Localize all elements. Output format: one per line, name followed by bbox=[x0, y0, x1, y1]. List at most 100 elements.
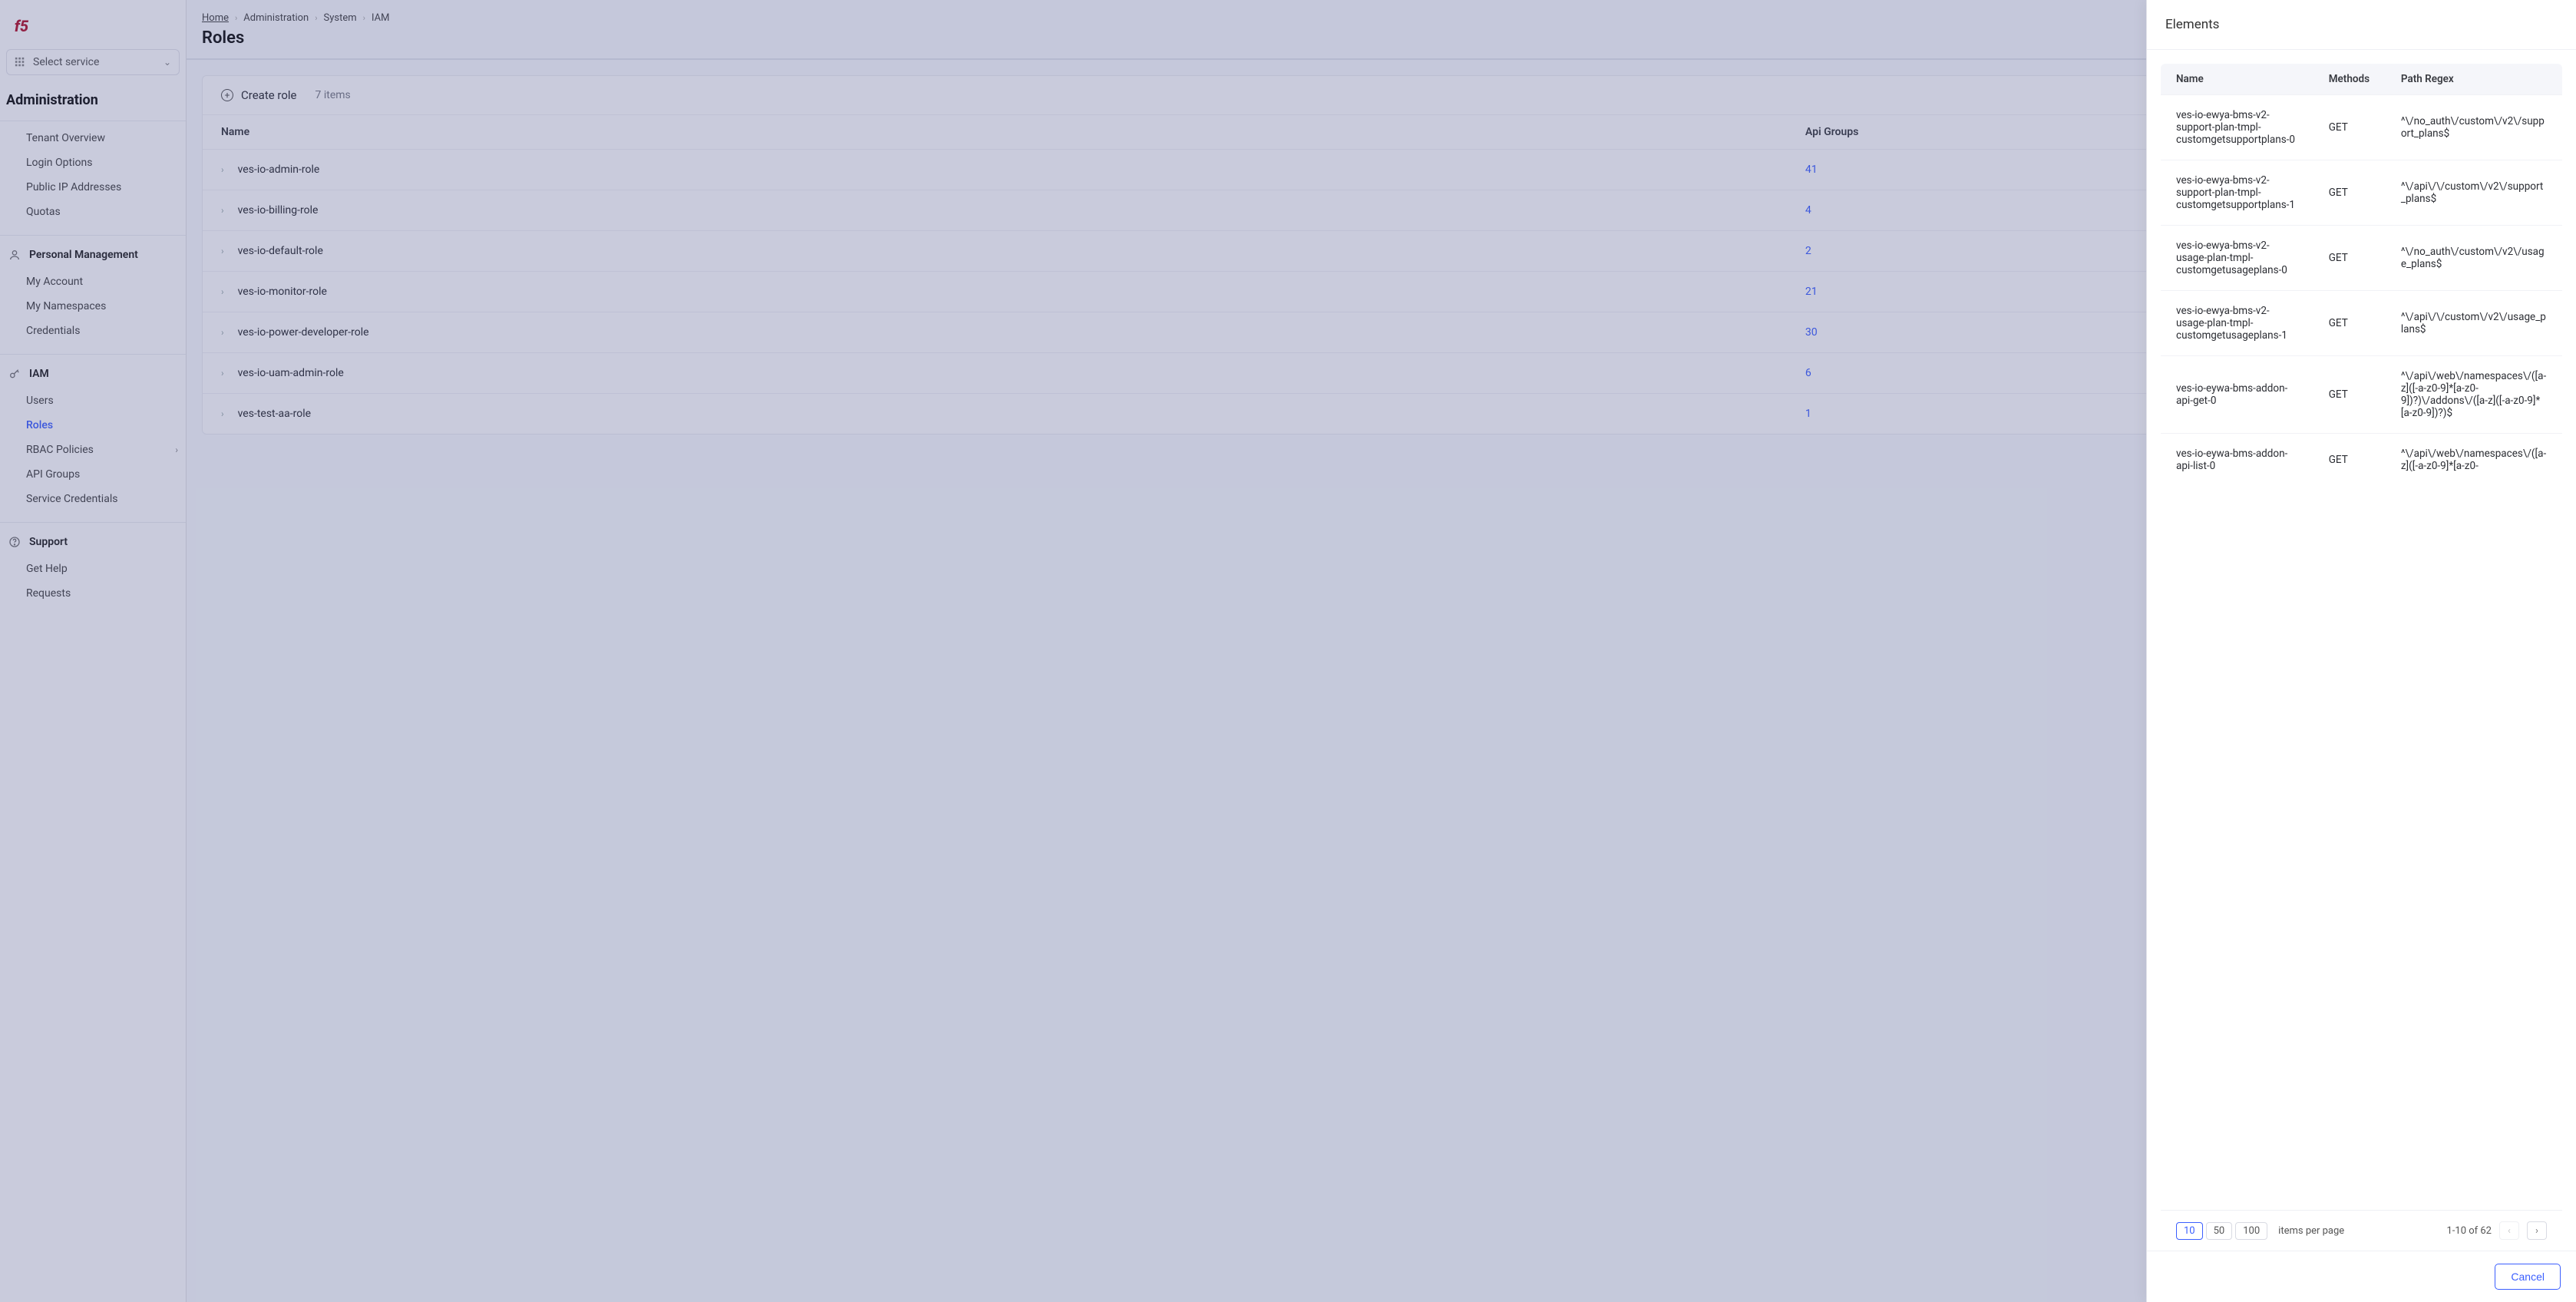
elem-regex: ^\/no_auth\/custom\/v2\/support_plans$ bbox=[2386, 95, 2562, 160]
api-group-count-link[interactable]: 2 bbox=[1805, 245, 1811, 257]
sidebar-item-get-help[interactable]: Get Help bbox=[0, 557, 186, 581]
breadcrumb-link[interactable]: IAM bbox=[372, 12, 389, 24]
expand-row-icon[interactable]: › bbox=[221, 368, 224, 378]
elem-name: ves-io-ewya-bms-v2-support-plan-tmpl-cus… bbox=[2161, 95, 2313, 160]
sidebar-item-credentials[interactable]: Credentials bbox=[0, 319, 186, 343]
api-group-count-link[interactable]: 41 bbox=[1805, 164, 1818, 176]
sidebar-item-label: Service Credentials bbox=[26, 493, 117, 505]
sidebar-item-label: Get Help bbox=[26, 563, 68, 575]
elem-regex: ^\/api\/web\/namespaces\/([a-z]([-a-z0-9… bbox=[2386, 434, 2562, 487]
role-name: ves-io-power-developer-role bbox=[238, 326, 369, 339]
page-size-10[interactable]: 10 bbox=[2176, 1222, 2203, 1240]
sidebar-item-label: Requests bbox=[26, 587, 71, 600]
service-selector[interactable]: Select service ⌄ bbox=[6, 49, 180, 75]
elem-regex: ^\/no_auth\/custom\/v2\/usage_plans$ bbox=[2386, 226, 2562, 291]
table-row: ves-io-ewya-bms-v2-usage-plan-tmpl-custo… bbox=[2161, 291, 2562, 356]
nav-group-support: Support Get Help Requests bbox=[0, 522, 186, 606]
sidebar-item-users[interactable]: Users bbox=[0, 388, 186, 413]
chevron-right-icon: › bbox=[315, 13, 317, 23]
role-name: ves-test-aa-role bbox=[238, 408, 311, 420]
table-row: ves-io-eywa-bms-addon-api-list-0GET^\/ap… bbox=[2161, 434, 2562, 487]
sidebar-item-label: API Groups bbox=[26, 468, 80, 481]
expand-row-icon[interactable]: › bbox=[221, 327, 224, 338]
nav-head-personal: Personal Management bbox=[0, 240, 186, 269]
breadcrumb-link[interactable]: Home bbox=[202, 12, 229, 24]
elem-regex: ^\/api\/\/custom\/v2\/support_plans$ bbox=[2386, 160, 2562, 226]
chevron-right-icon: › bbox=[175, 444, 178, 455]
sidebar-item-label: Login Options bbox=[26, 157, 92, 169]
expand-row-icon[interactable]: › bbox=[221, 408, 224, 419]
elem-name: ves-io-eywa-bms-addon-api-get-0 bbox=[2161, 356, 2313, 434]
expand-row-icon[interactable]: › bbox=[221, 205, 224, 216]
user-icon bbox=[8, 248, 21, 262]
page-size-100[interactable]: 100 bbox=[2235, 1222, 2267, 1240]
sidebar-item-service-credentials[interactable]: Service Credentials bbox=[0, 487, 186, 511]
elem-col-methods: Methods bbox=[2313, 64, 2386, 95]
api-group-count-link[interactable]: 30 bbox=[1805, 326, 1818, 339]
panel-title: Elements bbox=[2147, 0, 2576, 50]
cancel-button[interactable]: Cancel bbox=[2495, 1264, 2561, 1290]
api-group-count-link[interactable]: 1 bbox=[1805, 408, 1811, 420]
page-size-50[interactable]: 50 bbox=[2206, 1222, 2233, 1240]
next-page-button[interactable]: › bbox=[2527, 1221, 2547, 1240]
api-group-count-link[interactable]: 6 bbox=[1805, 367, 1811, 379]
sidebar-item-requests[interactable]: Requests bbox=[0, 581, 186, 606]
nav-head-iam: IAM bbox=[0, 359, 186, 388]
elements-panel: Elements Name Methods Path Regex ves-io-… bbox=[2146, 0, 2576, 1302]
chevron-right-icon: › bbox=[363, 13, 365, 23]
nav-group-iam: IAM Users Roles RBAC Policies › API Groups Se… bbox=[0, 354, 186, 511]
expand-row-icon[interactable]: › bbox=[221, 286, 224, 297]
sidebar-item-my-namespaces[interactable]: My Namespaces bbox=[0, 294, 186, 319]
sidebar-item-tenant-overview[interactable]: Tenant Overview bbox=[0, 126, 186, 150]
sidebar-item-quotas[interactable]: Quotas bbox=[0, 200, 186, 224]
breadcrumb-link[interactable]: Administration bbox=[243, 12, 309, 24]
elem-regex: ^\/api\/web\/namespaces\/([a-z]([-a-z0-9… bbox=[2386, 356, 2562, 434]
sidebar-item-public-ip-addresses[interactable]: Public IP Addresses bbox=[0, 175, 186, 200]
create-role-label: Create role bbox=[241, 88, 297, 102]
elem-regex: ^\/api\/\/custom\/v2\/usage_plans$ bbox=[2386, 291, 2562, 356]
create-role-button[interactable]: + Create role bbox=[221, 88, 297, 102]
sidebar-item-label: Users bbox=[26, 395, 54, 407]
sidebar-item-label: Tenant Overview bbox=[26, 132, 105, 144]
elem-name: ves-io-ewya-bms-v2-usage-plan-tmpl-custo… bbox=[2161, 291, 2313, 356]
role-name: ves-io-monitor-role bbox=[238, 286, 327, 298]
elem-name: ves-io-ewya-bms-v2-support-plan-tmpl-cus… bbox=[2161, 160, 2313, 226]
expand-row-icon[interactable]: › bbox=[221, 164, 224, 175]
chevron-down-icon: ⌄ bbox=[163, 57, 171, 68]
table-row: ves-io-ewya-bms-v2-usage-plan-tmpl-custo… bbox=[2161, 226, 2562, 291]
table-row: ves-io-ewya-bms-v2-support-plan-tmpl-cus… bbox=[2161, 160, 2562, 226]
elem-method: GET bbox=[2313, 291, 2386, 356]
sidebar-item-label: Quotas bbox=[26, 206, 61, 218]
role-name: ves-io-default-role bbox=[238, 245, 323, 257]
prev-page-button[interactable]: ‹ bbox=[2499, 1221, 2519, 1240]
nav-group-admin: Tenant Overview Login Options Public IP Ad… bbox=[0, 121, 186, 224]
sidebar-item-label: Roles bbox=[26, 419, 53, 431]
sidebar-item-rbac-policies[interactable]: RBAC Policies › bbox=[0, 438, 186, 462]
elem-method: GET bbox=[2313, 356, 2386, 434]
api-group-count-link[interactable]: 21 bbox=[1805, 286, 1818, 298]
sidebar-item-my-account[interactable]: My Account bbox=[0, 269, 186, 294]
role-name: ves-io-uam-admin-role bbox=[238, 367, 344, 379]
expand-row-icon[interactable]: › bbox=[221, 246, 224, 256]
col-name-header: Name bbox=[203, 115, 1787, 150]
nav-head-iam-label: IAM bbox=[29, 368, 49, 380]
sidebar-item-label: Credentials bbox=[26, 325, 80, 337]
sidebar-item-label: RBAC Policies bbox=[26, 444, 94, 456]
sidebar-item-label: Public IP Addresses bbox=[26, 181, 121, 193]
section-title: Administration bbox=[0, 89, 186, 121]
elem-method: GET bbox=[2313, 226, 2386, 291]
elem-col-name: Name bbox=[2161, 64, 2313, 95]
api-group-count-link[interactable]: 4 bbox=[1805, 204, 1811, 216]
chevron-left-icon: ‹ bbox=[2508, 1225, 2511, 1237]
brand-logo: f5 bbox=[8, 12, 35, 40]
sidebar-item-api-groups[interactable]: API Groups bbox=[0, 462, 186, 487]
table-row: ves-io-eywa-bms-addon-api-get-0GET^\/api… bbox=[2161, 356, 2562, 434]
plus-circle-icon: + bbox=[221, 89, 233, 101]
sidebar-item-login-options[interactable]: Login Options bbox=[0, 150, 186, 175]
table-row: ves-io-ewya-bms-v2-support-plan-tmpl-cus… bbox=[2161, 95, 2562, 160]
nav-head-support: Support bbox=[0, 527, 186, 557]
sidebar-item-roles[interactable]: Roles bbox=[0, 413, 186, 438]
grid-icon bbox=[15, 57, 25, 68]
breadcrumb-link[interactable]: System bbox=[324, 12, 357, 24]
elem-method: GET bbox=[2313, 160, 2386, 226]
